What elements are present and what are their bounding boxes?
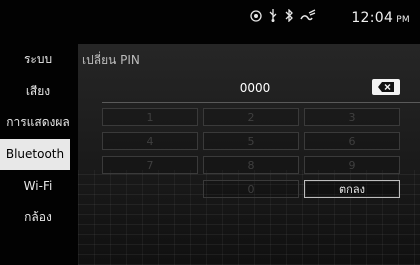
key-2[interactable]: 2 — [203, 108, 299, 126]
key-6[interactable]: 6 — [304, 132, 400, 150]
bluetooth-icon — [284, 8, 294, 26]
sidebar-item-sound[interactable]: เสียง — [0, 76, 76, 108]
key-4[interactable]: 4 — [102, 132, 198, 150]
key-0[interactable]: 0 — [203, 180, 299, 198]
status-bar: 12:04 PM — [0, 0, 420, 34]
clock-time: 12:04 — [351, 10, 394, 26]
main-panel: เปลี่ยน PIN 0000 1 2 3 4 5 6 7 8 9 0 ตกล… — [78, 44, 420, 265]
pin-underline — [102, 102, 420, 103]
key-9[interactable]: 9 — [304, 156, 400, 174]
clock-ampm: PM — [396, 15, 410, 25]
settings-sidebar: ระบบ เสียง การแสดงผล Bluetooth Wi-Fi กล้… — [0, 44, 76, 233]
page-title: เปลี่ยน PIN — [82, 53, 140, 67]
ok-button[interactable]: ตกลง — [304, 180, 400, 198]
phone-signal-icon — [300, 9, 316, 26]
clock: 12:04 PM — [351, 10, 410, 26]
key-7[interactable]: 7 — [102, 156, 198, 174]
pin-entry: 0000 — [102, 77, 408, 99]
pin-change-screen: 12:04 PM ระบบ เสียง การแสดงผล Bluetooth W… — [0, 0, 420, 265]
gps-icon — [250, 9, 262, 26]
key-8[interactable]: 8 — [203, 156, 299, 174]
backspace-button[interactable] — [372, 79, 400, 95]
sidebar-item-display[interactable]: การแสดงผล — [0, 107, 76, 139]
sidebar-item-system[interactable]: ระบบ — [0, 44, 76, 76]
key-1[interactable]: 1 — [102, 108, 198, 126]
sidebar-item-wifi[interactable]: Wi-Fi — [0, 170, 76, 202]
usb-icon — [268, 9, 278, 26]
backspace-icon — [378, 82, 394, 92]
sidebar-item-camera[interactable]: กล้อง — [0, 202, 76, 234]
sidebar-item-bluetooth[interactable]: Bluetooth — [0, 138, 70, 170]
key-5[interactable]: 5 — [203, 132, 299, 150]
pin-value: 0000 — [239, 81, 271, 95]
status-icons — [250, 8, 316, 26]
key-3[interactable]: 3 — [304, 108, 400, 126]
